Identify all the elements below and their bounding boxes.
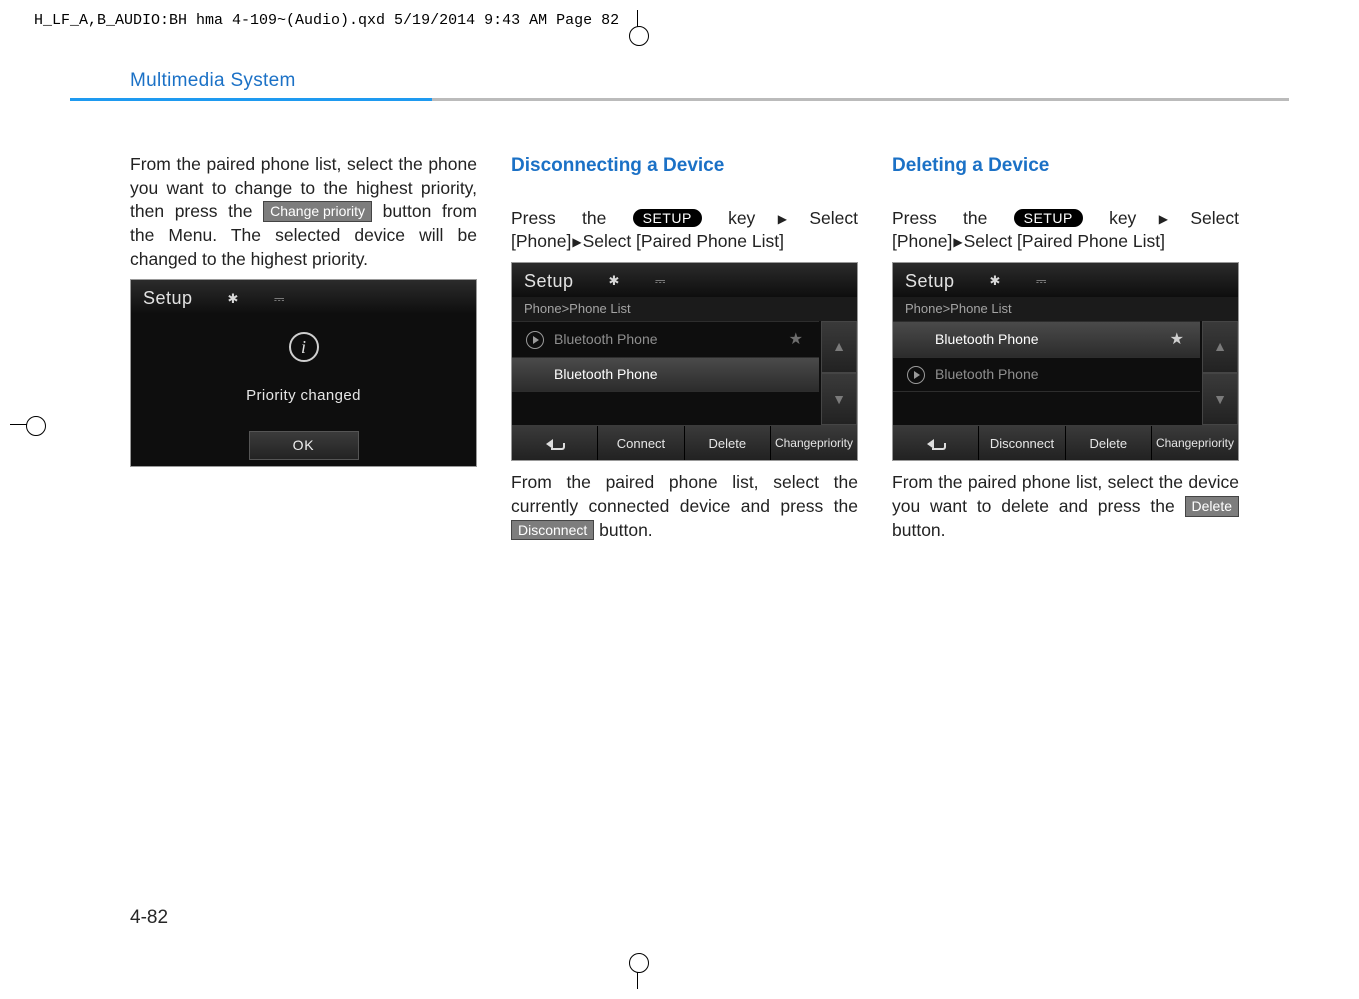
phone-list-empty-row: [512, 391, 819, 425]
phone-list-item-selected[interactable]: Bluetooth Phone ★: [893, 321, 1200, 358]
shot2-title: Setup: [524, 269, 574, 293]
star-icon: ★: [789, 329, 803, 351]
col3-heading: Deleting a Device: [892, 153, 1239, 179]
scroll-down-button[interactable]: ▼: [1202, 373, 1238, 425]
scroll-buttons: ▲ ▼: [1202, 321, 1238, 426]
change-priority-l1: Change: [1156, 437, 1198, 449]
col2-p2b: button.: [599, 520, 653, 540]
file-header-line: H_LF_A,B_AUDIO:BH hma 4-109~(Audio).qxd …: [34, 12, 619, 29]
triangle-icon: ▶: [952, 235, 963, 249]
col2-paragraph2: From the paired phone list, select the c…: [511, 471, 858, 542]
screenshot-disconnect: Setup ✱ ⎓ Phone>Phone List Bluetooth Pho…: [511, 262, 858, 461]
col2-text-d: Select [Paired Phone List]: [583, 231, 784, 251]
playing-icon: [526, 331, 544, 349]
usb-icon: ⎓: [1036, 272, 1047, 290]
triangle-icon: ▶: [755, 212, 809, 226]
bluetooth-icon: ✱: [609, 272, 620, 290]
info-icon: i: [289, 332, 319, 362]
setup-key-chip: SETUP: [1014, 209, 1083, 228]
phone-list-empty-row: [893, 391, 1200, 425]
setup-key-chip: SETUP: [633, 209, 702, 228]
phone-list-item[interactable]: Bluetooth Phone ★: [512, 321, 819, 358]
change-priority-button[interactable]: Change priority: [771, 426, 857, 460]
playing-icon: [907, 366, 925, 384]
col1-paragraph: From the paired phone list, select the p…: [130, 153, 477, 271]
shot1-titlebar: Setup ✱ ⎓: [131, 280, 476, 314]
crop-mark-top: [629, 0, 647, 40]
bluetooth-icon: ✱: [990, 272, 1001, 290]
col2-text-a: Press the: [511, 208, 633, 228]
section-rule: [70, 98, 1289, 101]
scroll-down-button[interactable]: ▼: [821, 373, 857, 425]
usb-icon: ⎓: [655, 272, 666, 290]
connect-button[interactable]: Connect: [598, 426, 684, 460]
col3-text-a: Press the: [892, 208, 1014, 228]
back-arrow-icon: [927, 437, 945, 449]
triangle-icon: ▶: [571, 235, 582, 249]
shot2-titlebar: Setup ✱ ⎓: [512, 263, 857, 297]
back-button[interactable]: [893, 426, 979, 460]
bluetooth-icon: ✱: [228, 290, 239, 308]
shot3-title: Setup: [905, 269, 955, 293]
phone-label: Bluetooth Phone: [935, 365, 1190, 384]
shot1-ok-button[interactable]: OK: [249, 431, 359, 460]
shot2-breadcrumb: Phone>Phone List: [512, 297, 857, 321]
col2-text-b: key: [728, 208, 755, 228]
phone-list-item-selected[interactable]: Bluetooth Phone: [512, 357, 819, 391]
disconnect-chip: Disconnect: [511, 520, 594, 541]
phone-label: Bluetooth Phone: [554, 365, 809, 384]
change-priority-chip: Change priority: [263, 201, 372, 222]
shot3-breadcrumb: Phone>Phone List: [893, 297, 1238, 321]
phone-label: Bluetooth Phone: [554, 330, 779, 349]
delete-button[interactable]: Delete: [1066, 426, 1152, 460]
back-button[interactable]: [512, 426, 598, 460]
scroll-buttons: ▲ ▼: [821, 321, 857, 426]
back-arrow-icon: [546, 437, 564, 449]
phone-label: Bluetooth Phone: [935, 330, 1160, 349]
col2-heading: Disconnecting a Device: [511, 153, 858, 179]
change-priority-button[interactable]: Change priority: [1152, 426, 1238, 460]
delete-chip: Delete: [1185, 496, 1239, 517]
shot1-message: Priority changed: [131, 386, 476, 406]
change-priority-l1: Change: [775, 437, 817, 449]
change-priority-l2: priority: [817, 437, 853, 449]
col3-p2b: button.: [892, 520, 946, 540]
crop-mark-bottom: [629, 959, 647, 999]
crop-mark-left: [0, 416, 40, 434]
col3-paragraph2: From the paired phone list, select the d…: [892, 471, 1239, 542]
scroll-up-button[interactable]: ▲: [1202, 321, 1238, 373]
shot3-titlebar: Setup ✱ ⎓: [893, 263, 1238, 297]
section-title: Multimedia System: [130, 70, 1289, 92]
star-icon: ★: [1170, 329, 1184, 351]
shot1-title: Setup: [143, 286, 193, 310]
screenshot-priority-changed: Setup ✱ ⎓ i Priority changed OK: [130, 279, 477, 466]
col3-text-b: key: [1109, 208, 1136, 228]
disconnect-button[interactable]: Disconnect: [979, 426, 1065, 460]
col2-p2a: From the paired phone list, select the c…: [511, 472, 858, 516]
phone-list-item[interactable]: Bluetooth Phone: [893, 357, 1200, 391]
page-number: 4-82: [130, 907, 168, 929]
delete-button[interactable]: Delete: [685, 426, 771, 460]
triangle-icon: ▶: [1136, 212, 1190, 226]
usb-icon: ⎓: [274, 290, 285, 308]
col3-text-d: Select [Paired Phone List]: [964, 231, 1165, 251]
scroll-up-button[interactable]: ▲: [821, 321, 857, 373]
screenshot-delete: Setup ✱ ⎓ Phone>Phone List Bluetooth Pho…: [892, 262, 1239, 461]
change-priority-l2: priority: [1198, 437, 1234, 449]
col2-instruction: Press the SETUP key▶Select [Phone]▶Selec…: [511, 207, 858, 254]
col3-instruction: Press the SETUP key▶Select [Phone]▶Selec…: [892, 207, 1239, 254]
